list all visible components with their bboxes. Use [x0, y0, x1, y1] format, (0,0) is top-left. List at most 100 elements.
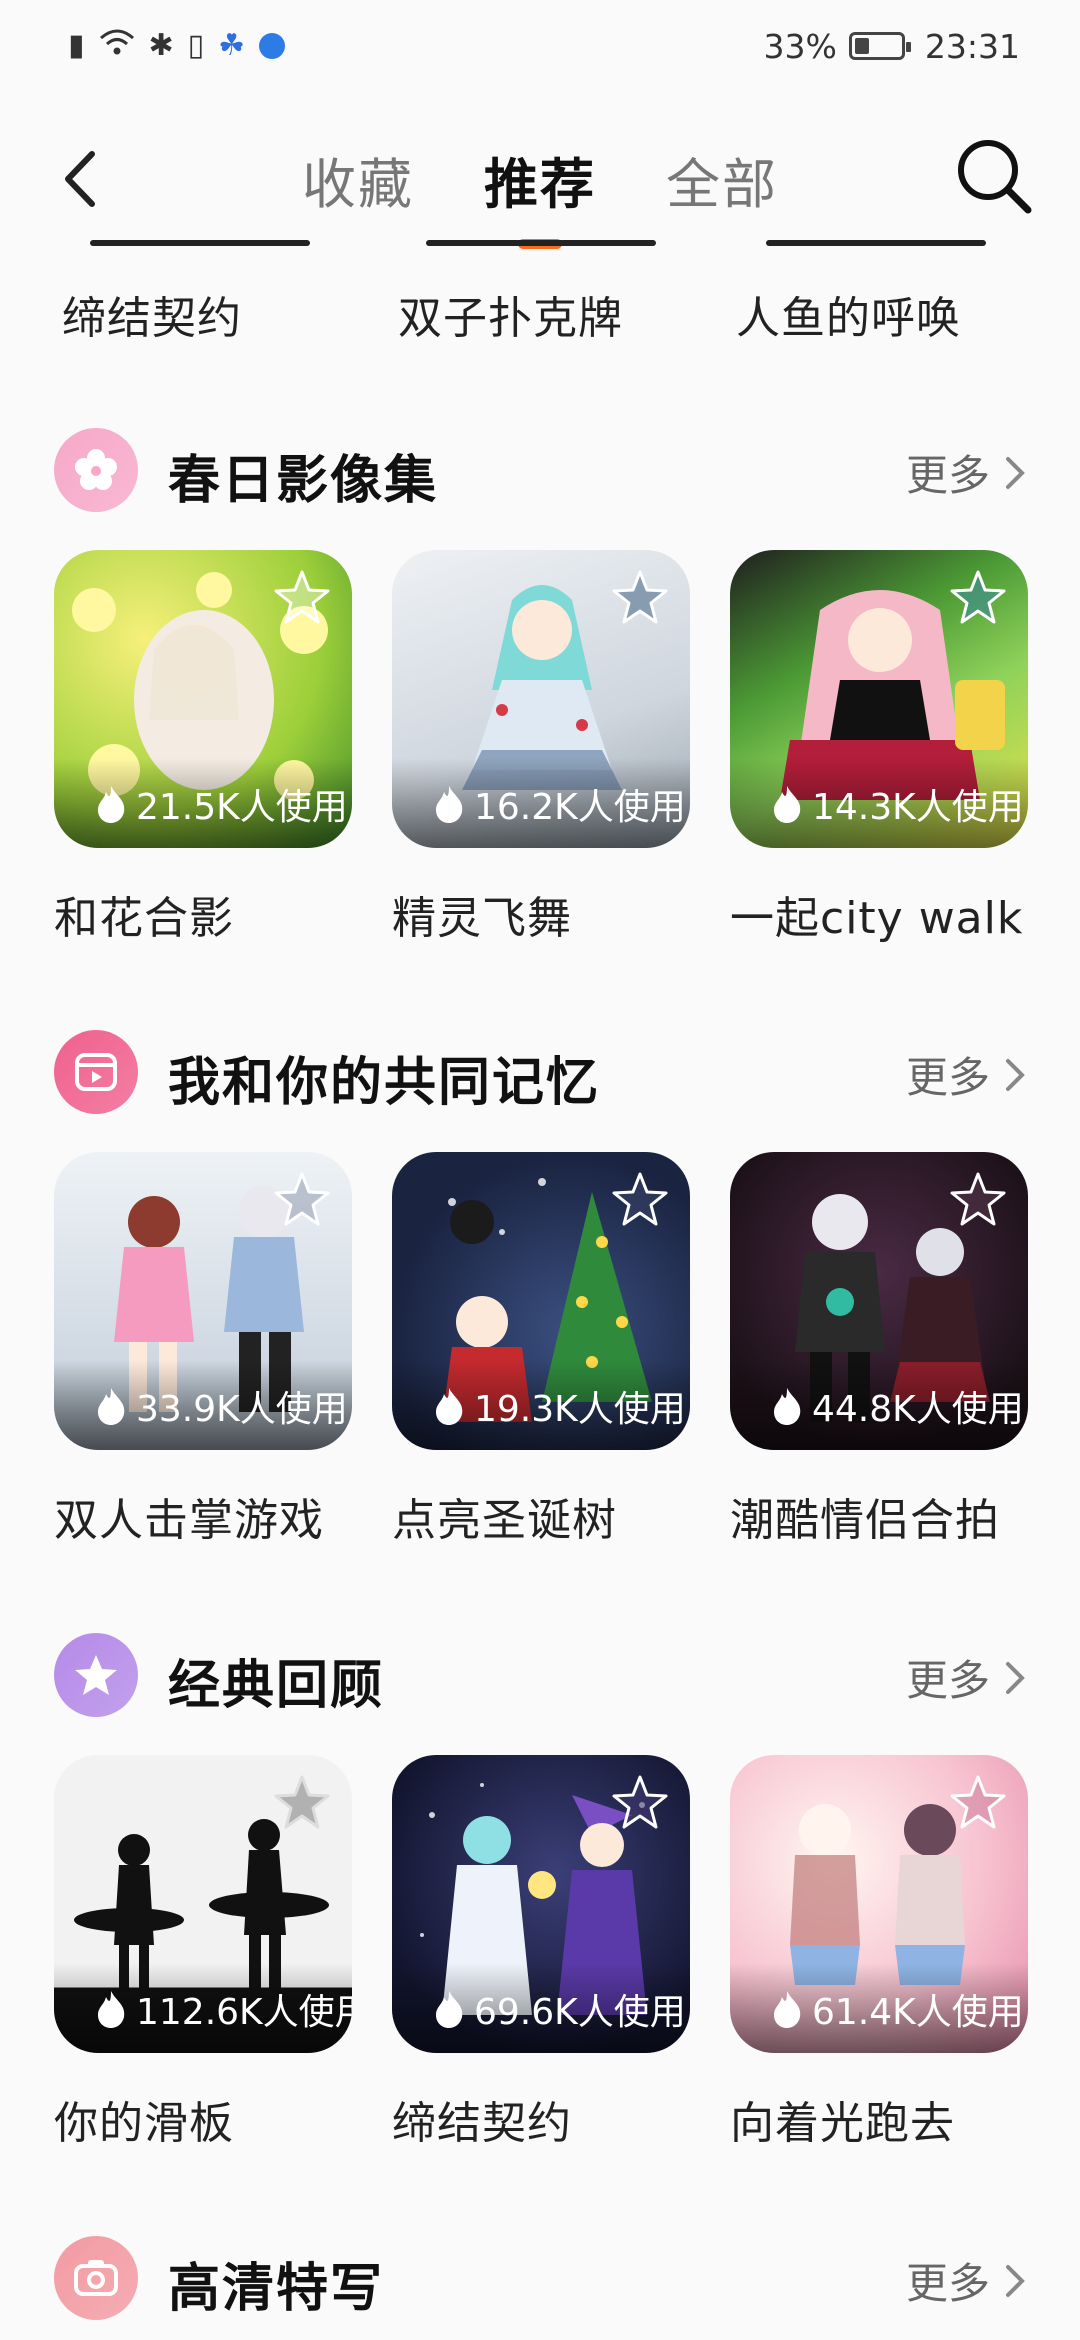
more-button[interactable]: 更多 [906, 442, 1026, 503]
favorite-star-icon[interactable] [608, 1771, 672, 1835]
effect-card[interactable]: 44.8K人使用 潮酷情侣合拍 [730, 1152, 1028, 1548]
flame-icon [436, 1388, 463, 1425]
usage-count: 112.6K人使用 [94, 1983, 352, 2035]
flame-icon [436, 786, 463, 823]
baidu-paw-icon: ☘ [218, 28, 246, 63]
effect-card[interactable]: 19.3K人使用 点亮圣诞树 [392, 1152, 690, 1548]
favorite-star-icon[interactable] [270, 1771, 334, 1835]
section-header: 春日影像集 更多 [0, 420, 1080, 520]
usage-count: 44.8K人使用 [770, 1380, 1024, 1432]
tab-recommended[interactable]: 推荐 [484, 140, 596, 249]
star-icon [54, 1633, 138, 1717]
usage-count: 61.4K人使用 [770, 1983, 1024, 2035]
favorite-star-icon[interactable] [608, 1168, 672, 1232]
thumbnail: 21.5K人使用 [54, 550, 352, 848]
search-button[interactable] [952, 134, 1036, 218]
thumbnail: 61.4K人使用 [730, 1755, 1028, 2053]
favorite-star-icon[interactable] [946, 1168, 1010, 1232]
app-notification-icon [259, 33, 286, 59]
chevron-right-icon [1006, 1661, 1025, 1694]
card-row: 112.6K人使用 你的滑板 69.6K人使用 缔结契约 61.4K人使用 向着… [0, 1755, 1080, 2155]
flame-icon [774, 1991, 801, 2028]
card-label: 潮酷情侣合拍 [730, 1495, 1000, 1546]
search-icon [958, 140, 1032, 214]
usage-text: 19.3K人使用 [474, 1389, 686, 1430]
usage-text: 33.9K人使用 [136, 1389, 348, 1430]
flame-icon [98, 1991, 125, 2028]
usage-text: 61.4K人使用 [812, 1992, 1024, 2033]
usage-text: 69.6K人使用 [474, 1992, 686, 2033]
more-button[interactable]: 更多 [906, 1044, 1026, 1105]
card-row: 21.5K人使用 和花合影 16.2K人使用 精灵飞舞 14.3K人使用 一起c… [0, 550, 1080, 950]
battery-icon [848, 32, 911, 60]
section-title: 春日影像集 [168, 451, 439, 511]
thumbnail: 112.6K人使用 [54, 1755, 352, 2053]
card-row: 33.9K人使用 双人击掌游戏 19.3K人使用 点亮圣诞树 44.8K人使用 … [0, 1152, 1080, 1552]
effect-card[interactable]: 69.6K人使用 缔结契约 [392, 1755, 690, 2151]
usage-count: 69.6K人使用 [432, 1983, 686, 2035]
favorite-star-icon[interactable] [946, 1771, 1010, 1835]
usage-count: 14.3K人使用 [770, 778, 1024, 830]
more-label: 更多 [905, 451, 990, 500]
flower-icon [54, 428, 138, 512]
more-label: 更多 [905, 2259, 990, 2308]
more-button[interactable]: 更多 [906, 1647, 1026, 1708]
flame-icon [774, 786, 801, 823]
top-navigation: 收藏 推荐 全部 [0, 110, 1080, 250]
status-icons-left: ▮ ✱ ▯ ☘ [68, 28, 286, 64]
effect-card[interactable]: 61.4K人使用 向着光跑去 [730, 1755, 1028, 2151]
status-icons-right: 33% 23:31 [764, 27, 1020, 66]
favorite-star-icon[interactable] [270, 566, 334, 630]
card-label: 向着光跑去 [730, 2098, 955, 2149]
card-label[interactable]: 双子扑克牌 [398, 282, 623, 346]
partial-card-row: 缔结契约 双子扑克牌 人鱼的呼唤 [0, 240, 1080, 360]
usage-count: 33.9K人使用 [94, 1380, 348, 1432]
bluetooth-icon: ✱ [148, 28, 174, 63]
section-title: 我和你的共同记忆 [168, 1053, 601, 1113]
thumbnail: 14.3K人使用 [730, 550, 1028, 848]
card-label[interactable]: 人鱼的呼唤 [736, 282, 961, 346]
effect-card[interactable]: 21.5K人使用 和花合影 [54, 550, 352, 946]
usage-text: 44.8K人使用 [812, 1389, 1024, 1430]
usage-count: 16.2K人使用 [432, 778, 686, 830]
effect-card[interactable]: 14.3K人使用 一起city walk [730, 550, 1028, 946]
favorite-star-icon[interactable] [608, 566, 672, 630]
section-shared-memories: 我和你的共同记忆 更多 33.9K人使用 双人击掌游戏 19.3K人使用 点亮圣… [0, 1022, 1080, 1582]
tab-favorites[interactable]: 收藏 [302, 140, 414, 249]
section-hd-closeup: 高清特写 更多 [0, 2228, 1080, 2340]
thumbnail: 44.8K人使用 [730, 1152, 1028, 1450]
thumbnail: 33.9K人使用 [54, 1152, 352, 1450]
section-header: 经典回顾 更多 [0, 1625, 1080, 1725]
video-icon [54, 1030, 138, 1114]
usage-text: 14.3K人使用 [812, 787, 1024, 828]
favorite-star-icon[interactable] [946, 566, 1010, 630]
card-label: 你的滑板 [54, 2098, 234, 2149]
card-label: 精灵飞舞 [392, 893, 572, 944]
more-button[interactable]: 更多 [906, 2250, 1026, 2311]
section-spring: 春日影像集 更多 21.5K人使用 和花合影 16.2K人使用 精灵飞舞 14.… [0, 420, 1080, 980]
favorite-star-icon[interactable] [270, 1168, 334, 1232]
effect-card[interactable]: 112.6K人使用 你的滑板 [54, 1755, 352, 2151]
wifi-icon [99, 28, 135, 64]
card-label[interactable]: 缔结契约 [62, 282, 242, 346]
section-title: 经典回顾 [168, 1656, 385, 1716]
card-label: 双人击掌游戏 [54, 1495, 324, 1546]
usage-count: 21.5K人使用 [94, 778, 348, 830]
battery-percent: 33% [763, 26, 837, 66]
tab-all[interactable]: 全部 [666, 140, 778, 249]
flame-icon [98, 786, 125, 823]
chevron-right-icon [1006, 1058, 1025, 1091]
category-tabs: 收藏 推荐 全部 [0, 140, 1080, 249]
usage-count: 19.3K人使用 [432, 1380, 686, 1432]
card-label: 和花合影 [54, 893, 234, 944]
usage-text: 16.2K人使用 [474, 787, 686, 828]
flame-icon [436, 1991, 463, 2028]
usage-text: 21.5K人使用 [136, 787, 348, 828]
camera-icon [54, 2236, 138, 2320]
card-edge [90, 240, 310, 246]
usage-text: 112.6K人使用 [136, 1992, 352, 2033]
card-edge [426, 240, 656, 246]
thumbnail: 19.3K人使用 [392, 1152, 690, 1450]
effect-card[interactable]: 33.9K人使用 双人击掌游戏 [54, 1152, 352, 1548]
effect-card[interactable]: 16.2K人使用 精灵飞舞 [392, 550, 690, 946]
